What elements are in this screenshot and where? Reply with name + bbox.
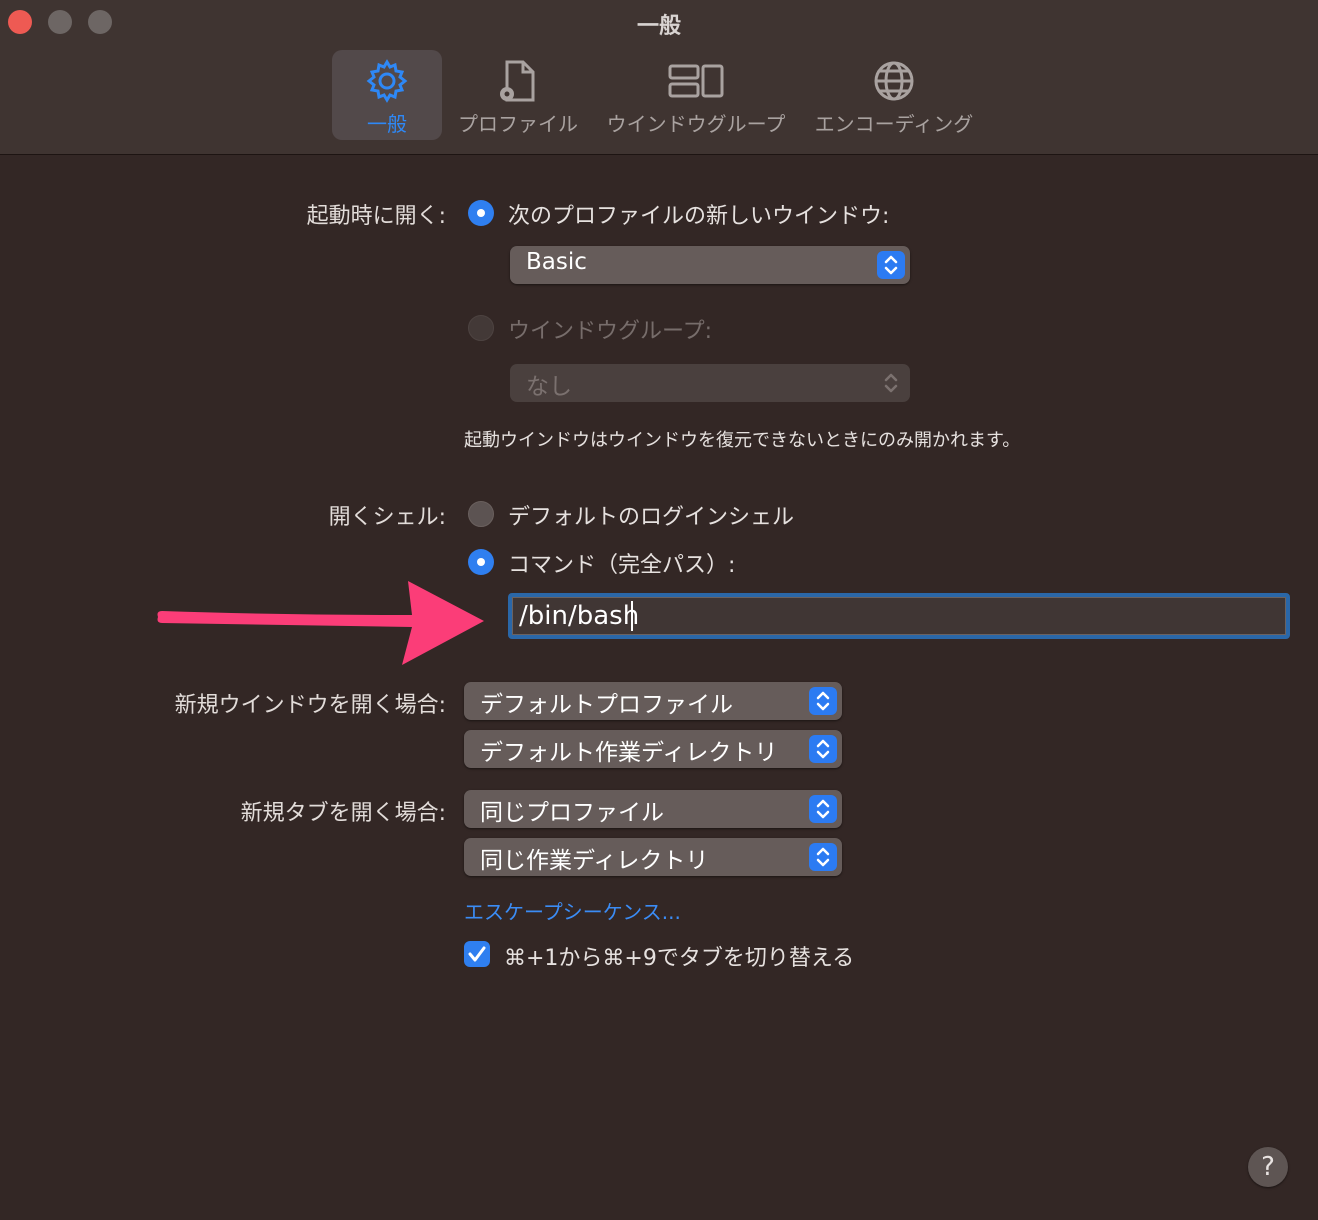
checkmark-icon: [468, 946, 486, 962]
shell-default-radio[interactable]: [468, 501, 494, 527]
new-window-directory-value: デフォルト作業ディレクトリ: [480, 740, 778, 766]
shell-label: 開くシェル:: [328, 505, 446, 530]
text-caret: [631, 601, 633, 631]
startup-group-value: なし: [526, 374, 572, 400]
tab-general-label: 一般: [367, 112, 407, 136]
red-arrow-annotation: [157, 581, 484, 665]
startup-group-option-label: ウインドウグループ:: [508, 319, 713, 344]
tab-encodings-label: エンコーディング: [814, 112, 974, 136]
shell-default-option-label: デフォルトのログインシェル: [508, 505, 795, 530]
globe-icon: [874, 61, 914, 101]
command-path-field-focus-ring: [508, 593, 1290, 639]
new-window-profile-value: デフォルトプロファイル: [480, 692, 733, 718]
window-title: 一般: [636, 14, 681, 39]
new-tab-profile-value: 同じプロファイル: [480, 800, 664, 826]
new-tab-label: 新規タブを開く場合:: [240, 801, 446, 826]
chevron-up-down-icon: [809, 687, 837, 715]
tab-profiles[interactable]: プロファイル: [452, 50, 584, 140]
startup-label: 起動時に開く:: [306, 204, 446, 229]
window-titlebar: 一般 一般 プロファイル ウインドウグループ エンコーディング: [0, 0, 1318, 155]
startup-profile-radio[interactable]: [468, 200, 494, 226]
help-button[interactable]: ?: [1248, 1147, 1288, 1187]
command-path-input[interactable]: [512, 597, 1286, 635]
new-tab-directory-value: 同じ作業ディレクトリ: [480, 848, 709, 874]
startup-group-popup[interactable]: なし: [510, 364, 910, 402]
startup-note: 起動ウインドウはウインドウを復元できないときにのみ開かれます。: [464, 430, 1021, 451]
startup-profile-popup[interactable]: Basic: [510, 246, 910, 284]
gear-icon: [366, 59, 408, 103]
tab-profiles-label: プロファイル: [458, 112, 578, 136]
window-group-icon: [668, 64, 724, 98]
chevron-up-down-icon: [809, 795, 837, 823]
new-window-profile-popup[interactable]: デフォルトプロファイル: [464, 682, 842, 720]
startup-group-radio[interactable]: [468, 315, 494, 341]
tab-encodings[interactable]: エンコーディング: [808, 50, 980, 140]
tab-switch-checkbox-label: ⌘+1から⌘+9でタブを切り替える: [504, 946, 855, 971]
new-tab-directory-popup[interactable]: 同じ作業ディレクトリ: [464, 838, 842, 876]
startup-profile-value: Basic: [526, 249, 587, 275]
shell-command-radio[interactable]: [468, 549, 494, 575]
tab-general[interactable]: 一般: [332, 50, 442, 140]
chevron-up-down-icon: [809, 735, 837, 763]
new-tab-profile-popup[interactable]: 同じプロファイル: [464, 790, 842, 828]
chevron-up-down-icon: [809, 843, 837, 871]
startup-profile-option-label: 次のプロファイルの新しいウインドウ:: [508, 204, 890, 229]
tab-window-groups-label: ウインドウグループ: [606, 112, 786, 136]
chevron-up-down-icon: [877, 369, 905, 397]
new-window-label: 新規ウインドウを開く場合:: [174, 693, 446, 718]
tab-window-groups[interactable]: ウインドウグループ: [598, 50, 794, 140]
shell-command-option-label: コマンド（完全パス）:: [508, 553, 736, 578]
new-window-directory-popup[interactable]: デフォルト作業ディレクトリ: [464, 730, 842, 768]
chevron-up-down-icon: [877, 251, 905, 279]
profile-document-icon: [500, 60, 535, 102]
tab-switch-checkbox[interactable]: [464, 941, 490, 967]
escape-sequences-link[interactable]: エスケープシーケンス...: [464, 896, 681, 925]
